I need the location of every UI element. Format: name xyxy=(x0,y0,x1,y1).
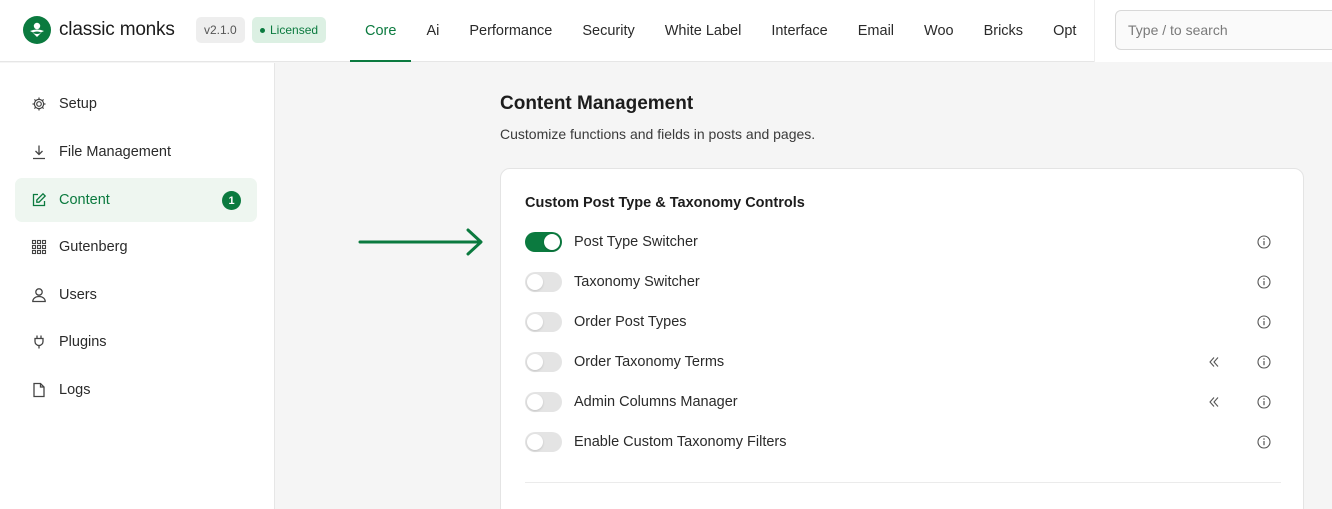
page-subtitle: Customize functions and fields in posts … xyxy=(500,126,816,142)
sidebar-item-logs[interactable]: Logs xyxy=(15,368,257,412)
setting-row: Order Post Types xyxy=(525,310,1281,334)
tab-bricks[interactable]: Bricks xyxy=(969,0,1038,62)
license-dot-icon xyxy=(260,27,265,33)
count-badge: 1 xyxy=(222,191,241,210)
file-icon xyxy=(31,382,47,398)
tab-core[interactable]: Core xyxy=(350,0,412,62)
tab-interface[interactable]: Interface xyxy=(756,0,842,62)
toggle-knob xyxy=(527,434,543,450)
toggle-knob xyxy=(527,394,543,410)
grid-icon xyxy=(31,239,47,255)
toggle-knob xyxy=(527,314,543,330)
sidebar-item-label: Plugins xyxy=(59,334,107,350)
info-icon[interactable] xyxy=(1257,315,1271,329)
brand-logo[interactable]: classic monks xyxy=(23,16,175,44)
search-input[interactable] xyxy=(1115,10,1332,50)
sidebar-item-label: File Management xyxy=(59,144,172,160)
info-icon[interactable] xyxy=(1257,355,1271,369)
sidebar-item-users[interactable]: Users xyxy=(15,273,257,317)
setting-row: Admin Columns Manager xyxy=(525,390,1281,414)
setting-row: Post Type Switcher xyxy=(525,230,1281,254)
setting-label: Enable Custom Taxonomy Filters xyxy=(574,434,787,450)
info-icon[interactable] xyxy=(1257,275,1271,289)
gear-icon xyxy=(31,96,47,112)
toggle-switch[interactable] xyxy=(525,272,562,292)
sidebar-item-label: Setup xyxy=(59,96,97,112)
license-label: Licensed xyxy=(270,23,319,37)
tab-ai[interactable]: Ai xyxy=(411,0,454,62)
sidebar-item-plugins[interactable]: Plugins xyxy=(15,320,257,364)
monk-logo-icon xyxy=(23,16,51,44)
page-title: Content Management xyxy=(500,93,694,114)
sidebar-item-gutenberg[interactable]: Gutenberg xyxy=(15,225,257,269)
sidebar-item-label: Content xyxy=(59,192,110,208)
license-badge: Licensed xyxy=(252,17,327,43)
version-badge: v2.1.0 xyxy=(196,17,245,43)
toggle-switch[interactable] xyxy=(525,432,562,452)
sidebar-item-label: Gutenberg xyxy=(59,239,128,255)
sidebar: Setup File Management Content 1 Gutenber xyxy=(0,63,275,509)
toggle-knob xyxy=(527,274,543,290)
settings-card: Custom Post Type & Taxonomy Controls Pos… xyxy=(500,168,1304,509)
sidebar-item-label: Users xyxy=(59,287,97,303)
tab-woo[interactable]: Woo xyxy=(909,0,969,62)
edit-icon xyxy=(31,192,47,208)
pointer-arrow-icon xyxy=(358,228,483,256)
brand-name: classic monks xyxy=(59,19,175,40)
tab-performance[interactable]: Performance xyxy=(454,0,567,62)
toggle-switch[interactable] xyxy=(525,232,562,252)
sidebar-item-file-management[interactable]: File Management xyxy=(15,130,257,174)
chevrons-left-icon[interactable] xyxy=(1207,395,1221,409)
user-icon xyxy=(31,287,47,303)
sidebar-item-label: Logs xyxy=(59,382,91,398)
setting-label: Order Post Types xyxy=(574,314,687,330)
card-divider xyxy=(525,482,1281,483)
toggle-switch[interactable] xyxy=(525,312,562,332)
tab-email[interactable]: Email xyxy=(843,0,909,62)
setting-label: Order Taxonomy Terms xyxy=(574,354,725,370)
main-nav: Core Ai Performance Security White Label… xyxy=(350,0,1094,62)
sidebar-item-setup[interactable]: Setup xyxy=(15,82,257,126)
tab-security[interactable]: Security xyxy=(567,0,649,62)
setting-label: Post Type Switcher xyxy=(574,234,698,250)
setting-label: Taxonomy Switcher xyxy=(574,274,700,290)
setting-row: Order Taxonomy Terms xyxy=(525,350,1281,374)
tab-opt[interactable]: Opt xyxy=(1038,0,1091,62)
download-icon xyxy=(31,144,47,160)
toggle-switch[interactable] xyxy=(525,392,562,412)
search-container xyxy=(1094,0,1332,62)
setting-label: Admin Columns Manager xyxy=(574,394,738,410)
info-icon[interactable] xyxy=(1257,435,1271,449)
setting-row: Taxonomy Switcher xyxy=(525,270,1281,294)
info-icon[interactable] xyxy=(1257,235,1271,249)
card-title: Custom Post Type & Taxonomy Controls xyxy=(525,195,805,211)
top-header: classic monks v2.1.0 Licensed Core Ai Pe… xyxy=(0,0,1332,62)
tab-white-label[interactable]: White Label xyxy=(650,0,757,62)
chevrons-left-icon[interactable] xyxy=(1207,355,1221,369)
toggle-knob xyxy=(527,354,543,370)
info-icon[interactable] xyxy=(1257,395,1271,409)
toggle-knob xyxy=(544,234,560,250)
toggle-switch[interactable] xyxy=(525,352,562,372)
sidebar-item-content[interactable]: Content 1 xyxy=(15,178,257,222)
setting-row: Enable Custom Taxonomy Filters xyxy=(525,430,1281,454)
plug-icon xyxy=(31,334,47,350)
